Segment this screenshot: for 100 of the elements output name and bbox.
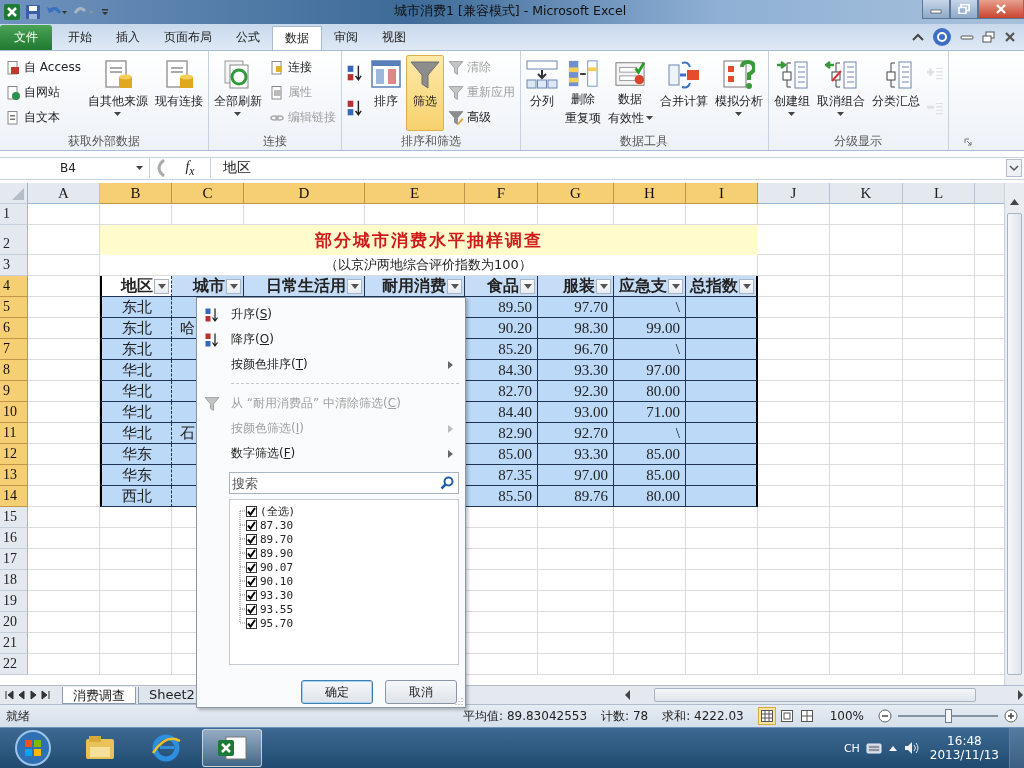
ribbon-button[interactable]: 排序 <box>366 54 405 131</box>
ribbon-tab[interactable]: 页面布局 <box>152 25 224 50</box>
row-header[interactable]: 4 <box>0 276 28 298</box>
checkbox[interactable] <box>246 575 257 587</box>
column-header[interactable]: F <box>465 183 538 205</box>
normal-view-button[interactable] <box>757 707 776 726</box>
row-header[interactable]: 5 <box>0 297 28 319</box>
ribbon-button[interactable]: 自文本 <box>2 106 84 129</box>
ribbon-tab[interactable]: 视图 <box>370 25 418 50</box>
row-header[interactable]: 22 <box>0 654 28 676</box>
scroll-right-icon[interactable] <box>1016 689 1024 702</box>
ribbon-button[interactable]: 连接 <box>265 56 339 79</box>
header-cell[interactable]: 日常生活用 <box>244 276 365 298</box>
ribbon-button[interactable]: 分类汇总 <box>868 54 923 131</box>
filter-dropdown-button[interactable] <box>347 278 362 294</box>
cancel-button[interactable]: 取消 <box>385 680 457 704</box>
column-header[interactable]: J <box>758 183 830 205</box>
row-header[interactable]: 6 <box>0 318 28 340</box>
header-cell[interactable]: 应急支 <box>614 276 686 298</box>
checkbox[interactable] <box>246 505 257 517</box>
filter-dropdown-button[interactable] <box>226 278 241 294</box>
keyboard-icon[interactable] <box>865 741 882 755</box>
dialog-launcher-icon[interactable] <box>964 137 972 146</box>
row-header[interactable]: 17 <box>0 549 28 571</box>
minimize-button[interactable] <box>922 0 950 19</box>
ribbon-tab[interactable]: 数据 <box>272 25 322 50</box>
filter-dropdown-button[interactable] <box>596 278 611 294</box>
row-header[interactable]: 7 <box>0 339 28 361</box>
speaker-icon[interactable] <box>903 741 920 755</box>
row-header[interactable]: 16 <box>0 528 28 550</box>
checkbox[interactable] <box>246 519 257 531</box>
ribbon-tab[interactable]: 开始 <box>56 25 104 50</box>
row-header[interactable]: 21 <box>0 633 28 655</box>
column-header[interactable]: C <box>172 183 244 205</box>
scrollbar-thumb[interactable] <box>1007 213 1022 676</box>
scroll-up-icon[interactable] <box>1010 199 1019 206</box>
ribbon-button[interactable]: 现有连接 <box>151 54 206 131</box>
start-button[interactable] <box>14 729 52 767</box>
row-header[interactable]: 19 <box>0 591 28 613</box>
row-header[interactable]: 10 <box>0 402 28 424</box>
column-header[interactable]: G <box>538 183 614 205</box>
row-header[interactable]: 8 <box>0 360 28 382</box>
ribbon-button[interactable]: 创建组 <box>770 54 813 131</box>
zoom-out-icon[interactable] <box>878 709 892 724</box>
row-header[interactable]: 3 <box>0 255 28 277</box>
checkbox[interactable] <box>246 617 257 629</box>
filter-dropdown-button[interactable] <box>447 278 462 294</box>
zoom-slider[interactable] <box>898 708 998 725</box>
sheet-tab[interactable]: 消费调查 <box>62 686 136 704</box>
filter-dropdown-button[interactable] <box>154 278 169 294</box>
row-header[interactable]: 2 <box>0 225 28 256</box>
checkbox[interactable] <box>246 603 257 615</box>
row-header[interactable]: 18 <box>0 570 28 592</box>
ribbon-button[interactable]: 筛选 <box>405 54 444 131</box>
collapse-ribbon-icon[interactable] <box>912 31 924 42</box>
column-header[interactable]: A <box>28 183 100 205</box>
ribbon-button[interactable]: 删除 重复项 <box>561 54 604 131</box>
row-header[interactable]: 20 <box>0 612 28 634</box>
ribbon-button[interactable]: 高级 <box>444 106 518 129</box>
clock-time[interactable]: 16:48 <box>947 734 982 748</box>
row-header[interactable]: 9 <box>0 381 28 403</box>
scroll-left-icon[interactable] <box>624 689 632 702</box>
expand-formula-bar-icon[interactable] <box>1006 159 1022 178</box>
vertical-scrollbar[interactable] <box>1004 183 1024 686</box>
ok-button[interactable]: 确定 <box>301 680 373 704</box>
ribbon-button[interactable]: 模拟分析 <box>711 54 766 131</box>
filter-dropdown-button[interactable] <box>520 278 535 294</box>
close-icon[interactable] <box>1004 30 1016 43</box>
spreadsheet-app-button[interactable] <box>202 729 262 767</box>
checkbox[interactable] <box>246 547 257 559</box>
ribbon-button[interactable]: 自 Access <box>2 56 84 79</box>
restore-button[interactable] <box>950 0 978 19</box>
row-header[interactable]: 1 <box>0 204 28 226</box>
ribbon-button[interactable]: 取消组合 <box>813 54 868 131</box>
header-cell[interactable]: 食品 <box>465 276 538 298</box>
column-header[interactable]: B <box>100 183 172 205</box>
ribbon-button[interactable]: 全部刷新 <box>210 54 265 131</box>
ribbon-button[interactable]: 合并计算 <box>656 54 711 131</box>
row-header[interactable]: 12 <box>0 444 28 466</box>
header-cell[interactable]: 耐用消费 <box>365 276 465 298</box>
column-header[interactable]: H <box>614 183 686 205</box>
filter-dropdown-button[interactable] <box>739 278 754 294</box>
ribbon-tab[interactable]: 审阅 <box>322 25 370 50</box>
checkbox[interactable] <box>246 561 257 573</box>
header-cell[interactable]: 服装 <box>538 276 614 298</box>
search-field[interactable]: 搜索 <box>229 472 459 494</box>
row-header[interactable]: 14 <box>0 486 28 508</box>
header-cell[interactable]: 城市 <box>172 276 244 298</box>
ribbon-tab[interactable]: 公式 <box>224 25 272 50</box>
checkbox[interactable] <box>246 589 257 601</box>
column-header[interactable]: K <box>830 183 903 205</box>
menu-item[interactable]: 按颜色排序(T) <box>199 352 459 377</box>
row-header[interactable]: 15 <box>0 507 28 529</box>
row-header[interactable]: 13 <box>0 465 28 487</box>
ribbon-button[interactable]: 数据 有效性 <box>604 54 656 131</box>
help-icon[interactable] <box>932 26 952 47</box>
checkbox[interactable] <box>246 533 257 545</box>
zoom-in-icon[interactable] <box>1004 709 1018 724</box>
save-icon[interactable] <box>25 3 41 20</box>
insert-function-button[interactable]: f$_{x}$ <box>170 159 210 178</box>
